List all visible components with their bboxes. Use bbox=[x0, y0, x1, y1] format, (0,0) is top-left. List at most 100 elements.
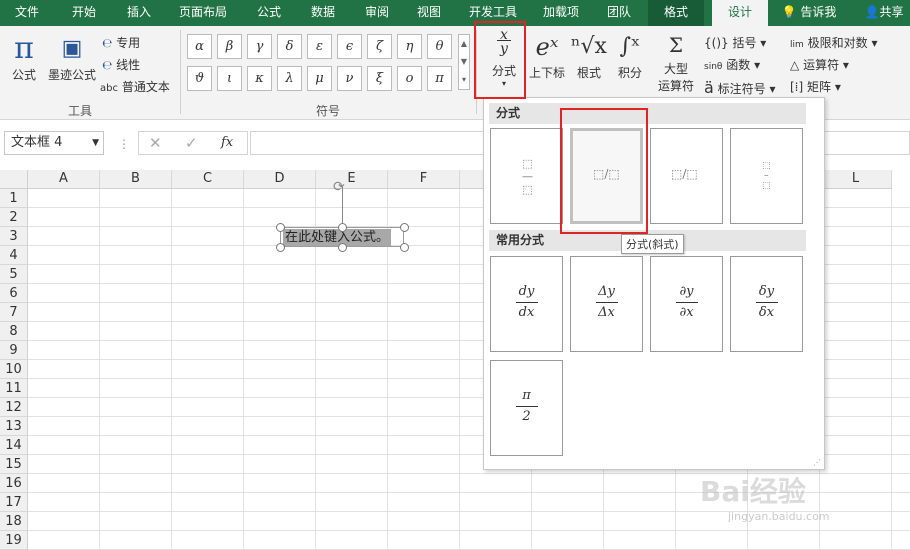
tab-file[interactable]: 文件 bbox=[4, 0, 50, 26]
rotate-handle-icon[interactable]: ⟳ bbox=[333, 179, 345, 195]
operator-button[interactable]: △ 运算符 ▾ bbox=[790, 56, 849, 73]
row-header[interactable]: 5 bbox=[0, 265, 28, 284]
confirm-icon[interactable]: ✓ bbox=[185, 134, 198, 152]
radical-button[interactable]: ⁿ√x 根式 bbox=[570, 30, 608, 81]
row-header[interactable]: 18 bbox=[0, 512, 28, 531]
tab-view[interactable]: 视图 bbox=[408, 0, 450, 26]
column-header[interactable]: L bbox=[820, 170, 892, 189]
function-icon[interactable]: fx bbox=[221, 135, 233, 150]
symbol-button[interactable]: ϑ bbox=[187, 66, 212, 91]
tab-addins[interactable]: 加载项 bbox=[536, 0, 586, 26]
tab-home[interactable]: 开始 bbox=[58, 0, 110, 26]
symbol-button[interactable]: η bbox=[397, 34, 422, 59]
column-header[interactable]: F bbox=[388, 170, 460, 189]
symbol-button[interactable]: ο bbox=[397, 66, 422, 91]
row-header[interactable]: 4 bbox=[0, 246, 28, 265]
symbol-button[interactable]: ι bbox=[217, 66, 242, 91]
fraction-stacked-option[interactable]: ⬚ — ⬚ bbox=[490, 128, 563, 224]
common-fraction-option[interactable]: π2 bbox=[490, 360, 563, 456]
matrix-button[interactable]: [⁞] 矩阵 ▾ bbox=[790, 78, 841, 95]
row-header[interactable]: 2 bbox=[0, 208, 28, 227]
tab-formulas[interactable]: 公式 bbox=[248, 0, 290, 26]
tab-review[interactable]: 审阅 bbox=[356, 0, 398, 26]
ink-equation-button[interactable]: ▣ 墨迹公式 bbox=[46, 32, 98, 83]
symbol-button[interactable]: θ bbox=[427, 34, 452, 59]
fraction-small-option[interactable]: ⬚ – ⬚ bbox=[730, 128, 803, 224]
row-header[interactable]: 15 bbox=[0, 455, 28, 474]
name-box[interactable]: 文本框 4 ▼ bbox=[4, 131, 104, 155]
symbol-button[interactable]: α bbox=[187, 34, 212, 59]
row-header[interactable]: 9 bbox=[0, 341, 28, 360]
row-header[interactable]: 13 bbox=[0, 417, 28, 436]
tab-insert[interactable]: 插入 bbox=[116, 0, 162, 26]
row-header[interactable]: 14 bbox=[0, 436, 28, 455]
symbol-button[interactable]: ν bbox=[337, 66, 362, 91]
tell-me[interactable]: 💡 告诉我 bbox=[778, 0, 840, 26]
resize-grip-icon[interactable]: ⋰ bbox=[813, 458, 821, 467]
row-header[interactable]: 10 bbox=[0, 360, 28, 379]
row-header[interactable]: 6 bbox=[0, 284, 28, 303]
common-fraction-option[interactable]: Δy Δx bbox=[570, 256, 643, 352]
common-fraction-option[interactable]: dy dx bbox=[490, 256, 563, 352]
column-header[interactable]: E bbox=[316, 170, 388, 189]
symbol-button[interactable]: β bbox=[217, 34, 242, 59]
symbol-button[interactable]: ϵ bbox=[337, 34, 362, 59]
row-header[interactable]: 8 bbox=[0, 322, 28, 341]
resize-handle[interactable] bbox=[276, 243, 285, 252]
symbol-button[interactable]: ξ bbox=[367, 66, 392, 91]
symbol-button[interactable]: μ bbox=[307, 66, 332, 91]
equation-placeholder[interactable]: 在此处键入公式。 bbox=[283, 229, 392, 246]
equation-button[interactable]: π 公式 bbox=[6, 32, 42, 83]
column-header[interactable]: D bbox=[244, 170, 316, 189]
row-header[interactable]: 1 bbox=[0, 189, 28, 208]
chevron-down-icon[interactable]: ▼ bbox=[92, 132, 99, 154]
cancel-icon[interactable]: ✕ bbox=[149, 134, 162, 152]
linear-button[interactable]: ℮ 线性 bbox=[102, 56, 140, 73]
normal-text-button[interactable]: abc 普通文本 bbox=[100, 78, 170, 95]
symbol-button[interactable]: κ bbox=[247, 66, 272, 91]
professional-button[interactable]: ℮ 专用 bbox=[102, 34, 140, 51]
common-fraction-option[interactable]: δy δx bbox=[730, 256, 803, 352]
column-header[interactable]: B bbox=[100, 170, 172, 189]
watermark-url: jingyan.baidu.com bbox=[728, 510, 830, 523]
column-header[interactable]: C bbox=[172, 170, 244, 189]
large-operator-button[interactable]: Σ 大型 运算符 bbox=[652, 30, 700, 94]
resize-handle[interactable] bbox=[338, 223, 347, 232]
integral-button[interactable]: ∫ˣ 积分 bbox=[612, 30, 648, 81]
limit-button[interactable]: lim 极限和对数 ▾ bbox=[790, 34, 877, 51]
resize-handle[interactable] bbox=[276, 223, 285, 232]
row-header[interactable]: 7 bbox=[0, 303, 28, 322]
resize-handle[interactable] bbox=[338, 243, 347, 252]
script-button[interactable]: eˣ 上下标 bbox=[527, 30, 567, 81]
row-header[interactable]: 12 bbox=[0, 398, 28, 417]
symbol-button[interactable]: γ bbox=[247, 34, 272, 59]
symbol-button[interactable]: λ bbox=[277, 66, 302, 91]
symbols-scroll[interactable]: ▲ ▼ ▾ bbox=[458, 34, 470, 90]
row-header[interactable]: 19 bbox=[0, 531, 28, 550]
tab-format[interactable]: 格式 bbox=[648, 0, 704, 26]
bracket-button[interactable]: {()} 括号 ▾ bbox=[704, 34, 766, 51]
symbol-button[interactable]: ζ bbox=[367, 34, 392, 59]
symbol-button[interactable]: δ bbox=[277, 34, 302, 59]
common-fraction-option[interactable]: ∂y ∂x bbox=[650, 256, 723, 352]
accent-button[interactable]: ä 标注符号 ▾ bbox=[704, 78, 776, 97]
row-header[interactable]: 16 bbox=[0, 474, 28, 493]
linear-fraction-icon: ⬚/⬚ bbox=[671, 167, 698, 181]
row-header[interactable]: 11 bbox=[0, 379, 28, 398]
linear-label: 线性 bbox=[116, 58, 141, 72]
row-header[interactable]: 3 bbox=[0, 227, 28, 246]
share-button[interactable]: 👤共享 bbox=[860, 0, 908, 26]
tab-data[interactable]: 数据 bbox=[302, 0, 344, 26]
column-header[interactable]: A bbox=[28, 170, 100, 189]
row-header[interactable]: 17 bbox=[0, 493, 28, 512]
resize-handle[interactable] bbox=[400, 223, 409, 232]
tab-page-layout[interactable]: 页面布局 bbox=[172, 0, 234, 26]
tab-design[interactable]: 设计 bbox=[712, 0, 768, 26]
symbol-button[interactable]: π bbox=[427, 66, 452, 91]
resize-handle[interactable] bbox=[400, 243, 409, 252]
fraction-linear-option[interactable]: ⬚/⬚ bbox=[650, 128, 723, 224]
select-all-corner[interactable] bbox=[0, 170, 28, 189]
tab-team[interactable]: 团队 bbox=[598, 0, 640, 26]
function-button[interactable]: sinθ 函数 ▾ bbox=[704, 56, 760, 73]
symbol-button[interactable]: ε bbox=[307, 34, 332, 59]
